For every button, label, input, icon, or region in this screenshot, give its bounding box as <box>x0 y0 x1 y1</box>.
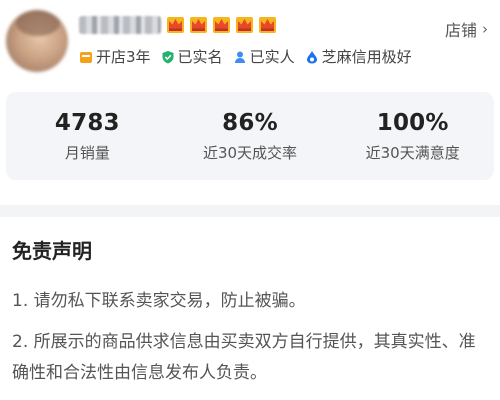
disclaimer-item: 2. 所展示的商品供求信息由买卖双方自行提供，其真实性、准确性和合法性由信息发布… <box>12 332 476 383</box>
stat-label: 近30天满意度 <box>365 143 460 162</box>
stat-value: 4783 <box>54 109 120 136</box>
crown-icon <box>212 14 231 34</box>
store-link-label: 店铺 <box>444 21 477 40</box>
sesame-drop-icon <box>305 50 319 64</box>
badge-shop-years: 开店3年 <box>79 46 151 67</box>
stat-satisfaction: 100% 近30天满意度 <box>331 92 494 180</box>
seller-level-crowns <box>166 14 277 34</box>
badge-real-name: 已实名 <box>161 46 223 67</box>
stat-value: 100% <box>376 109 449 136</box>
badge-label: 开店3年 <box>96 48 151 66</box>
person-icon <box>233 50 247 64</box>
crown-icon <box>189 14 208 34</box>
badge-label: 已实人 <box>249 48 295 66</box>
chevron-right-icon: › <box>482 20 488 38</box>
seller-stats-panel: 4783 月销量 86% 近30天成交率 100% 近30天满意度 <box>6 92 494 180</box>
badge-label: 芝麻信用极好 <box>321 48 412 66</box>
disclaimer-title: 免责声明 <box>12 239 92 263</box>
disclaimer-section: 免责声明 1. 请勿私下联系卖家交易，防止被骗。 2. 所展示的商品供求信息由买… <box>0 217 500 400</box>
seller-name-blurred <box>79 16 161 34</box>
disclaimer-item: 1. 请勿私下联系卖家交易，防止被骗。 <box>12 291 306 311</box>
stat-transaction-rate: 86% 近30天成交率 <box>169 92 332 180</box>
stat-value: 86% <box>222 109 278 136</box>
crown-icon <box>258 14 277 34</box>
store-link[interactable]: 店铺 › <box>445 17 488 41</box>
verified-shield-icon <box>161 50 175 64</box>
stat-label: 月销量 <box>64 143 110 162</box>
badge-sesame-credit: 芝麻信用极好 <box>305 46 412 67</box>
stat-label: 近30天成交率 <box>202 143 298 162</box>
badge-label: 已实名 <box>177 48 223 66</box>
section-divider <box>0 205 500 217</box>
stat-monthly-sales: 4783 月销量 <box>6 92 169 180</box>
seller-avatar[interactable] <box>6 10 68 72</box>
crown-icon <box>235 14 254 34</box>
crown-icon <box>166 14 185 34</box>
seller-badges: 开店3年 已实名 已实人 芝麻信用极好 <box>79 46 412 67</box>
seller-header: 店铺 › 开店3年 已实名 已实人 芝麻信用极好 4783 月销量 86% 近3… <box>0 0 500 205</box>
badge-real-person: 已实人 <box>233 46 295 67</box>
shop-icon <box>79 50 93 64</box>
